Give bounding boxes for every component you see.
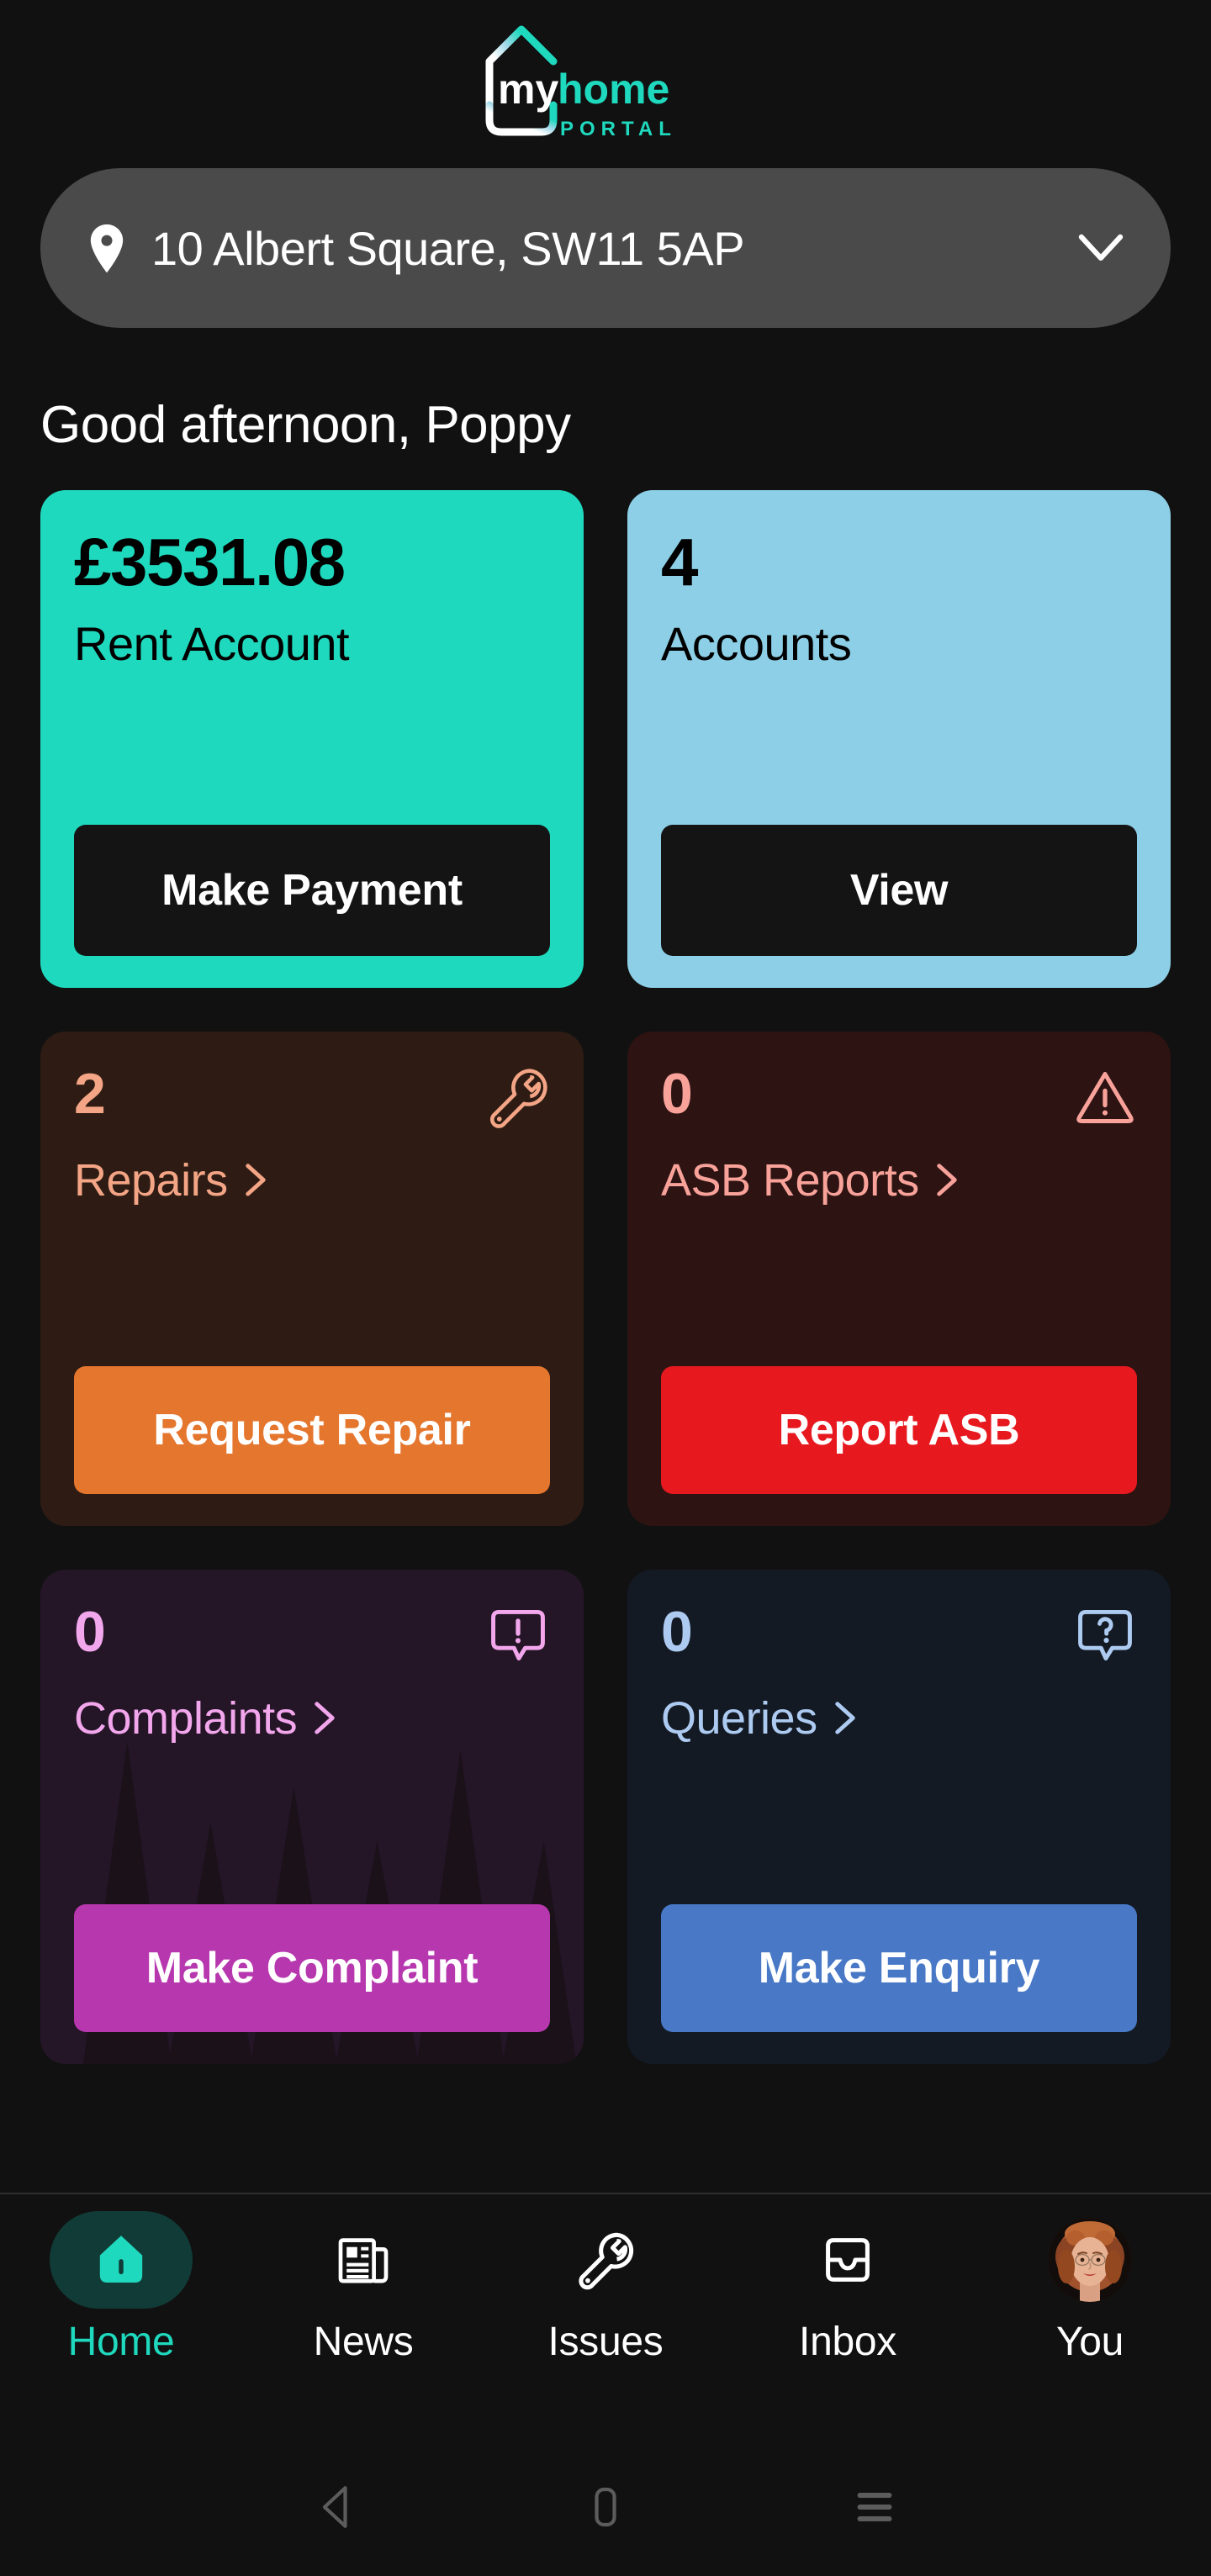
android-system-nav — [0, 2438, 1211, 2576]
report-asb-button[interactable]: Report ASB — [661, 1366, 1137, 1494]
card-row-issues: 2 Repairs Request Repair 0 ASB Reports R… — [40, 1032, 1171, 1526]
request-repair-button[interactable]: Request Repair — [74, 1366, 550, 1494]
accounts-card[interactable]: 4 Accounts View — [627, 490, 1171, 988]
wrench-icon — [575, 2230, 636, 2290]
rent-card-label: Rent Account — [74, 617, 350, 670]
newspaper-icon — [333, 2230, 394, 2290]
house-icon — [91, 2230, 151, 2290]
card-row-contact: 0 Complaints Make Complaint 0 Queries Ma… — [40, 1570, 1171, 2064]
address-selector[interactable]: 10 Albert Square, SW11 5AP — [40, 168, 1171, 328]
wrench-icon — [486, 1065, 550, 1129]
chevron-right-icon — [245, 1163, 267, 1198]
repairs-label: Repairs — [74, 1155, 228, 1206]
accounts-count: 4 — [661, 525, 699, 599]
avatar — [1048, 2218, 1132, 2302]
accounts-card-label: Accounts — [661, 617, 852, 670]
queries-card[interactable]: 0 Queries Make Enquiry — [627, 1570, 1171, 2064]
queries-count: 0 — [661, 1600, 693, 1664]
dashboard-card-grid: £3531.08 Rent Account Make Payment 4 Acc… — [0, 490, 1211, 2064]
rent-balance: £3531.08 — [74, 525, 346, 599]
home-pill-icon[interactable] — [576, 2478, 635, 2536]
logo-word-portal: PORTAL — [560, 118, 677, 140]
complaints-card[interactable]: 0 Complaints Make Complaint — [40, 1570, 584, 2064]
queries-label: Queries — [661, 1693, 817, 1744]
chevron-right-icon — [314, 1701, 336, 1736]
nav-label-news: News — [313, 2320, 414, 2364]
speech-bubble-exclamation-icon — [486, 1603, 550, 1667]
nav-item-news[interactable]: News — [242, 2211, 484, 2365]
nav-item-you[interactable]: You — [969, 2211, 1211, 2365]
app-header: my home PORTAL — [0, 0, 1211, 168]
bottom-navigation: Home News Issues Inbox You — [0, 2194, 1211, 2438]
back-triangle-icon[interactable] — [307, 2478, 366, 2536]
complaints-count: 0 — [74, 1600, 106, 1664]
chevron-right-icon — [834, 1701, 856, 1736]
rent-account-card[interactable]: £3531.08 Rent Account Make Payment — [40, 490, 584, 988]
asb-reports-card[interactable]: 0 ASB Reports Report ASB — [627, 1032, 1171, 1526]
nav-label-inbox: Inbox — [799, 2320, 896, 2364]
make-complaint-button[interactable]: Make Complaint — [74, 1904, 550, 2032]
nav-home-pill — [50, 2211, 193, 2309]
location-pin-icon — [87, 223, 126, 273]
nav-label-home: Home — [67, 2320, 175, 2364]
nav-label-issues: Issues — [547, 2320, 664, 2364]
nav-item-inbox[interactable]: Inbox — [727, 2211, 969, 2365]
asb-count: 0 — [661, 1062, 693, 1126]
complaints-label: Complaints — [74, 1693, 298, 1744]
chevron-right-icon — [936, 1163, 958, 1198]
chevron-down-icon[interactable] — [1078, 234, 1124, 262]
speech-bubble-question-icon — [1073, 1603, 1137, 1667]
greeting-text: Good afternoon, Poppy — [40, 396, 571, 454]
warning-triangle-icon — [1073, 1065, 1137, 1129]
app-screen: my home PORTAL 10 Albert Square, SW11 5A… — [0, 0, 1211, 2576]
nav-item-home[interactable]: Home — [0, 2211, 242, 2365]
myhome-portal-logo: my home PORTAL — [454, 21, 757, 147]
inbox-tray-icon — [817, 2230, 878, 2290]
view-accounts-button[interactable]: View — [661, 825, 1137, 956]
repairs-card[interactable]: 2 Repairs Request Repair — [40, 1032, 584, 1526]
address-value: 10 Albert Square, SW11 5AP — [151, 221, 745, 275]
repairs-count: 2 — [74, 1062, 106, 1126]
make-payment-button[interactable]: Make Payment — [74, 825, 550, 956]
card-row-accounts: £3531.08 Rent Account Make Payment 4 Acc… — [40, 490, 1171, 988]
logo-word-home: home — [558, 66, 669, 113]
make-enquiry-button[interactable]: Make Enquiry — [661, 1904, 1137, 2032]
logo-word-my: my — [498, 66, 558, 113]
nav-label-you: You — [1055, 2320, 1124, 2364]
nav-item-issues[interactable]: Issues — [484, 2211, 727, 2365]
asb-label: ASB Reports — [661, 1155, 919, 1206]
address-selector-wrap: 10 Albert Square, SW11 5AP — [0, 168, 1211, 328]
recents-lines-icon[interactable] — [845, 2478, 904, 2536]
